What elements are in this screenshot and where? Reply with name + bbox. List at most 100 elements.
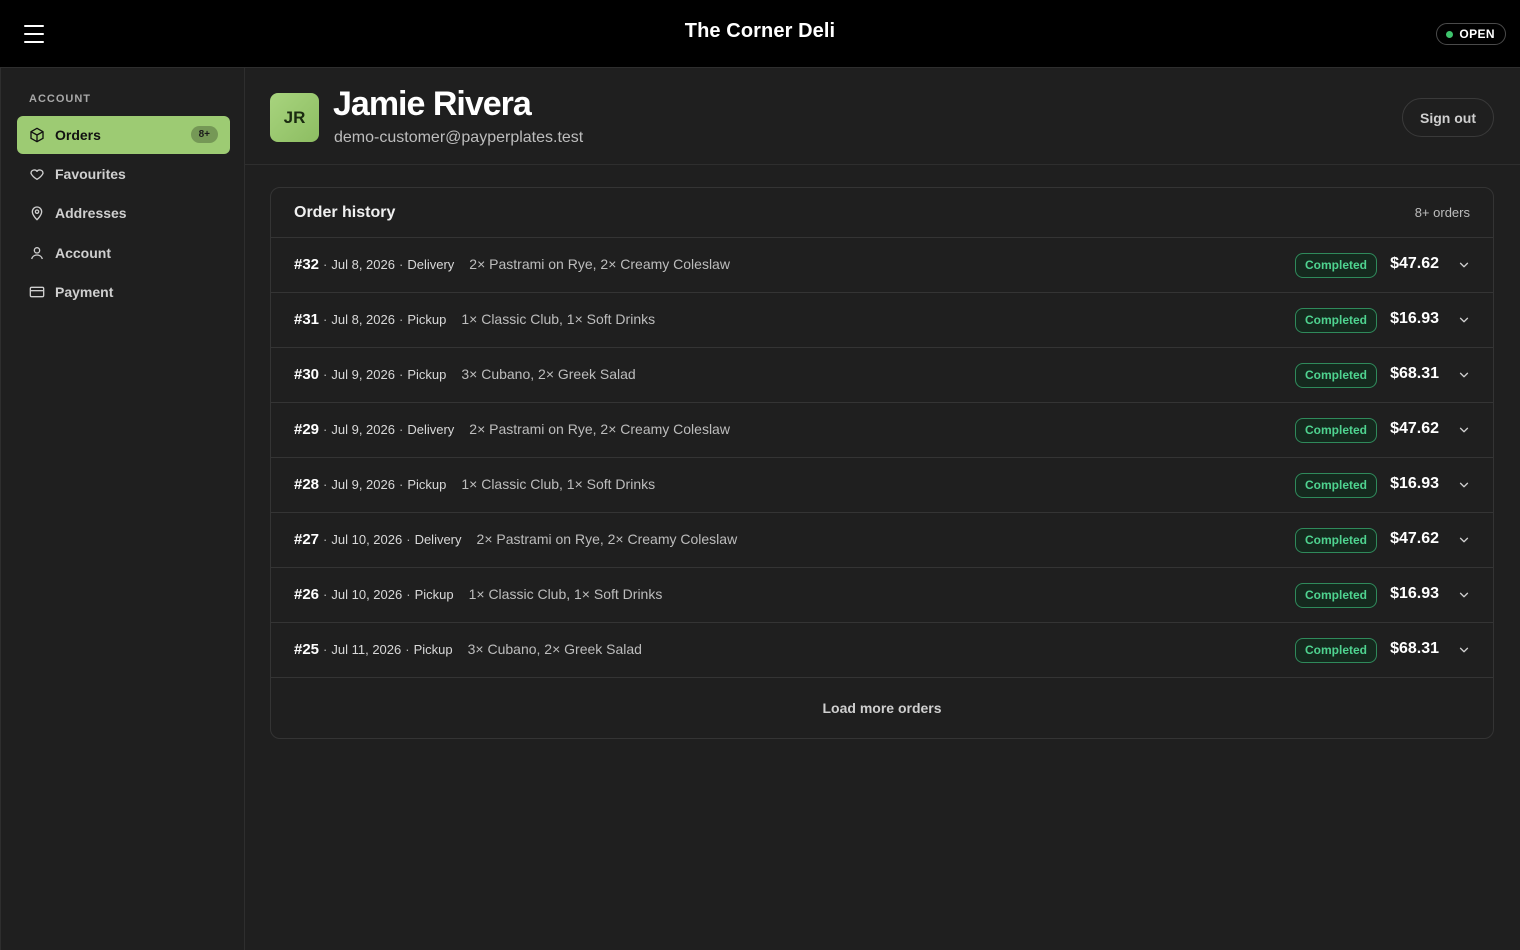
order-row[interactable]: #28 · Jul 9, 2026 · Pickup 1× Classic Club, 1…	[271, 458, 1493, 513]
sidebar-item-label: Addresses	[55, 205, 127, 221]
order-number: #29	[294, 421, 320, 438]
order-history-header: Order history 8+ orders	[271, 188, 1493, 238]
order-number: #26	[294, 586, 320, 603]
order-date: Jul 9, 2026	[331, 367, 395, 382]
sidebar: ACCOUNT Orders 8+ Favourites Addresses A…	[0, 68, 245, 950]
sidebar-item-label: Payment	[55, 284, 114, 300]
order-meta: #27 · Jul 10, 2026 · Delivery 2× Pastrami on …	[294, 531, 737, 548]
brand-title: The Corner Deli	[684, 20, 836, 42]
sidebar-item-account[interactable]: Account	[17, 234, 230, 272]
user-email: demo-customer@payperplates.test	[334, 129, 584, 146]
sidebar-item-label: Account	[55, 245, 111, 261]
sidebar-item-orders[interactable]: Orders 8+	[17, 116, 230, 154]
map-pin-icon	[31, 206, 43, 221]
sidebar-item-label: Orders	[55, 127, 101, 143]
order-total: $47.62	[1390, 530, 1439, 547]
separator: ·	[406, 532, 411, 547]
order-date: Jul 8, 2026	[331, 257, 395, 272]
separator: ·	[323, 312, 328, 327]
order-items: 2× Pastrami on Rye, 2× Creamy Coleslaw	[469, 421, 730, 437]
main-content: JR Jamie Rivera demo-customer@payperplat…	[245, 68, 1520, 950]
order-total: $47.62	[1390, 420, 1439, 437]
order-history-title: Order history	[294, 204, 396, 221]
order-total: $68.31	[1390, 365, 1439, 382]
sidebar-item-payment[interactable]: Payment	[17, 273, 230, 311]
order-date: Jul 10, 2026	[331, 587, 403, 602]
order-type: Pickup	[407, 367, 447, 382]
order-count: 8+ orders	[1414, 205, 1470, 220]
user-name: Jamie Rivera	[333, 85, 532, 123]
status-badge: Completed	[1294, 253, 1377, 278]
order-meta: #25 · Jul 11, 2026 · Pickup 3× Cubano, 2× Gre…	[294, 641, 642, 658]
sidebar-item-addresses[interactable]: Addresses	[17, 194, 230, 232]
chevron-down-icon[interactable]	[1457, 423, 1471, 437]
separator: ·	[323, 367, 328, 382]
chevron-down-icon[interactable]	[1457, 478, 1471, 492]
orders-count-badge: 8+	[190, 126, 218, 143]
order-row[interactable]: #29 · Jul 9, 2026 · Delivery 2× Pastrami on R…	[271, 403, 1493, 458]
profile-header: JR Jamie Rivera demo-customer@payperplat…	[245, 68, 1520, 165]
order-type: Pickup	[413, 642, 453, 657]
separator: ·	[323, 477, 328, 492]
order-total: $47.62	[1390, 255, 1439, 272]
package-icon	[30, 127, 44, 143]
open-status-badge: OPEN	[1436, 23, 1506, 45]
order-row[interactable]: #32 · Jul 8, 2026 · Delivery 2× Pastrami on R…	[271, 238, 1493, 293]
top-bar: The Corner Deli OPEN	[0, 0, 1520, 68]
sidebar-item-favourites[interactable]: Favourites	[17, 155, 230, 193]
chevron-down-icon[interactable]	[1457, 533, 1471, 547]
order-date: Jul 11, 2026	[331, 642, 402, 657]
status-badge: Completed	[1294, 363, 1377, 388]
status-badge: Completed	[1294, 528, 1377, 553]
order-items: 1× Classic Club, 1× Soft Drinks	[468, 586, 663, 602]
separator: ·	[406, 587, 411, 602]
sidebar-heading: ACCOUNT	[29, 93, 91, 105]
order-history-card: Order history 8+ orders #32 · Jul 8, 2026 ·…	[270, 187, 1494, 739]
order-number: #32	[294, 256, 320, 273]
order-meta: #28 · Jul 9, 2026 · Pickup 1× Classic Club, 1…	[294, 476, 655, 493]
order-items: 3× Cubano, 2× Greek Salad	[467, 641, 642, 657]
separator: ·	[398, 257, 404, 272]
status-badge: Completed	[1294, 583, 1377, 608]
chevron-down-icon[interactable]	[1457, 368, 1471, 382]
status-badge: Completed	[1294, 473, 1377, 498]
order-row[interactable]: #26 · Jul 10, 2026 · Pickup 1× Classic Club, …	[271, 568, 1493, 623]
status-badge: Completed	[1294, 308, 1377, 333]
chevron-down-icon[interactable]	[1457, 258, 1471, 272]
order-meta: #32 · Jul 8, 2026 · Delivery 2× Pastrami on R…	[294, 256, 730, 273]
order-number: #31	[294, 311, 320, 328]
chevron-down-icon[interactable]	[1457, 588, 1471, 602]
order-row[interactable]: #31 · Jul 8, 2026 · Pickup 1× Classic Club, 1…	[271, 293, 1493, 348]
chevron-down-icon[interactable]	[1457, 643, 1471, 657]
order-items: 3× Cubano, 2× Greek Salad	[461, 366, 636, 382]
heart-icon	[30, 169, 44, 180]
order-row[interactable]: #27 · Jul 10, 2026 · Delivery 2× Pastrami on …	[271, 513, 1493, 568]
chevron-down-icon[interactable]	[1457, 313, 1471, 327]
order-row[interactable]: #30 · Jul 9, 2026 · Pickup 3× Cubano, 2× Gree…	[271, 348, 1493, 403]
order-row[interactable]: #25 · Jul 11, 2026 · Pickup 3× Cubano, 2× Gre…	[271, 623, 1493, 678]
separator: ·	[323, 422, 328, 437]
order-total: $16.93	[1390, 475, 1439, 492]
order-items: 2× Pastrami on Rye, 2× Creamy Coleslaw	[469, 256, 730, 272]
separator: ·	[323, 257, 328, 272]
status-badge: Completed	[1294, 638, 1377, 663]
order-date: Jul 8, 2026	[331, 312, 395, 327]
order-number: #28	[294, 476, 320, 493]
order-number: #25	[294, 641, 320, 658]
order-type: Delivery	[414, 532, 462, 547]
order-meta: #30 · Jul 9, 2026 · Pickup 3× Cubano, 2× Gree…	[294, 366, 636, 383]
separator: ·	[398, 422, 404, 437]
order-items: 1× Classic Club, 1× Soft Drinks	[461, 311, 656, 327]
status-dot-icon	[1446, 30, 1454, 38]
order-total: $16.93	[1390, 310, 1439, 327]
sign-out-button[interactable]: Sign out	[1402, 98, 1494, 137]
separator: ·	[398, 312, 404, 327]
order-type: Pickup	[414, 587, 454, 602]
order-date: Jul 10, 2026	[331, 532, 403, 547]
order-total: $68.31	[1390, 640, 1439, 657]
load-more-button[interactable]: Load more orders	[271, 678, 1493, 737]
order-total: $16.93	[1390, 585, 1439, 602]
order-type: Pickup	[407, 312, 447, 327]
separator: ·	[398, 477, 404, 492]
separator: ·	[398, 367, 404, 382]
